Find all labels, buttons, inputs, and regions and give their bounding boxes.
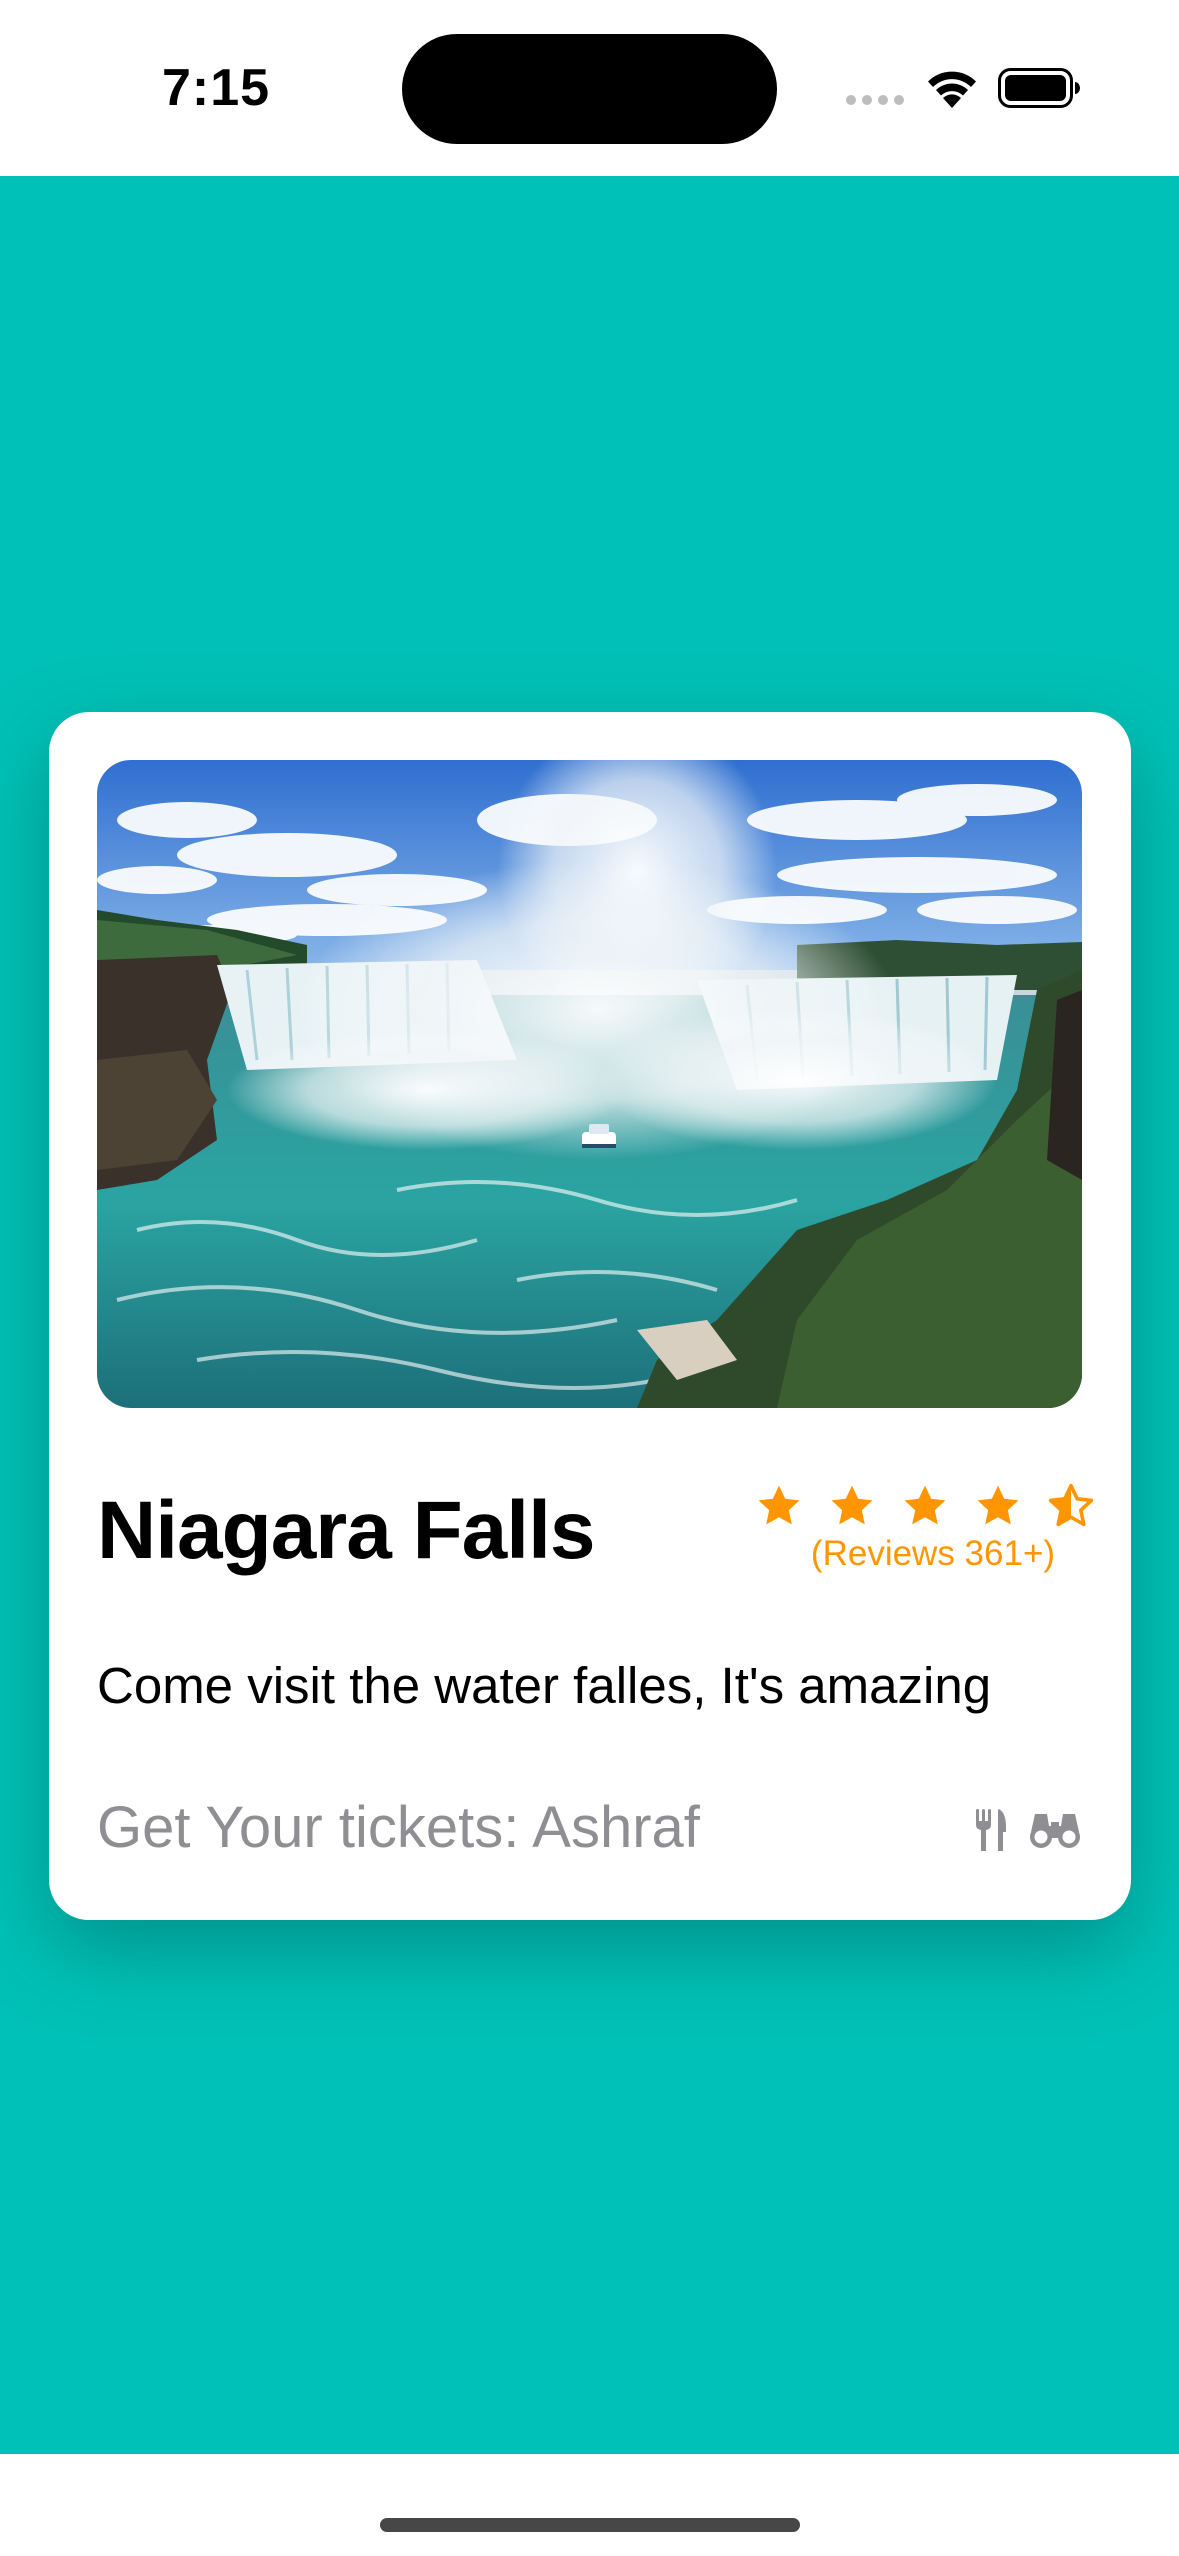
binoculars-icon bbox=[1030, 1814, 1080, 1848]
attraction-description: Come visit the water falles, It's amazin… bbox=[97, 1657, 992, 1714]
fork-knife-icon bbox=[976, 1809, 1006, 1851]
wifi-icon bbox=[928, 71, 976, 108]
status-bar: 7:15 bbox=[0, 0, 1179, 176]
star-rating[interactable] bbox=[755, 1482, 1095, 1530]
star-icon-half bbox=[1048, 1483, 1094, 1527]
star-icon-filled bbox=[758, 1485, 800, 1525]
star-icon-filled bbox=[977, 1485, 1019, 1525]
star-icon-filled bbox=[831, 1485, 873, 1525]
cellular-signal-icon bbox=[846, 95, 904, 105]
dynamic-island bbox=[402, 34, 777, 144]
bottom-safe-area bbox=[0, 2454, 1179, 2556]
star-icon-filled bbox=[904, 1485, 946, 1525]
reviews-count: (Reviews 361+) bbox=[810, 1534, 1056, 1573]
attraction-photo bbox=[97, 760, 1082, 1408]
status-time: 7:15 bbox=[162, 59, 271, 117]
tickets-label[interactable]: Get Your tickets: Ashraf bbox=[97, 1794, 700, 1861]
battery-icon bbox=[998, 68, 1080, 108]
attraction-card[interactable]: Niagara Falls (Reviews 361+) Come visit … bbox=[49, 712, 1131, 1920]
attraction-title: Niagara Falls bbox=[97, 1485, 595, 1576]
home-indicator[interactable] bbox=[380, 2518, 800, 2532]
